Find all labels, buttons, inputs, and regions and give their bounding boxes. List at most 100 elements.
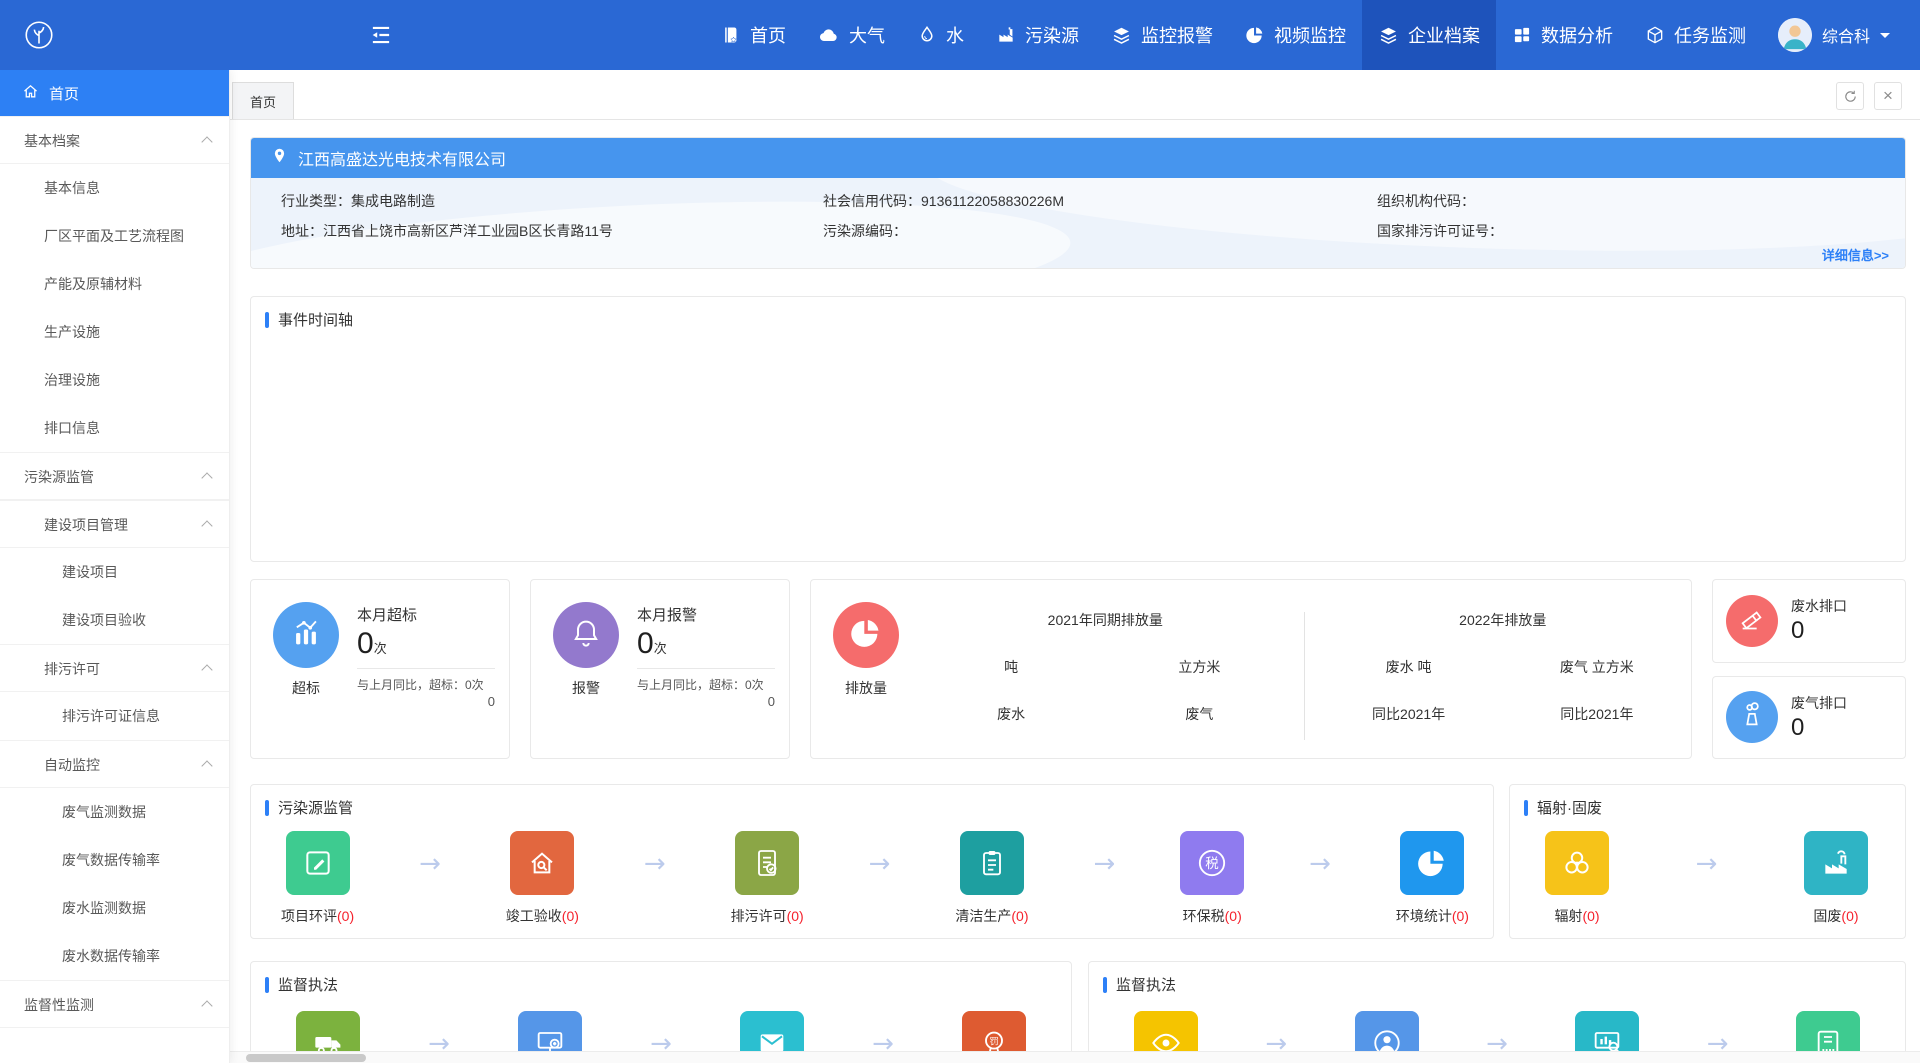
layers-icon xyxy=(1111,25,1132,46)
svg-text:罚: 罚 xyxy=(989,1036,998,1046)
sidebar-item-home[interactable]: 首页 xyxy=(0,70,229,116)
nav-item-water[interactable]: 水 xyxy=(901,0,980,70)
sidebar-group-discharge-permit[interactable]: 排污许可 xyxy=(0,644,229,692)
chevron-up-icon xyxy=(201,760,212,771)
field-source-code: 污染源编码： xyxy=(823,216,1377,246)
nav-item-data-analysis[interactable]: 数据分析 xyxy=(1496,0,1629,70)
layers-icon xyxy=(1378,25,1399,46)
arrow-right-icon: → xyxy=(1696,849,1718,879)
step-radiation[interactable]: 辐射(0) xyxy=(1545,831,1609,926)
sidebar-group-construction-project[interactable]: 建设项目管理 xyxy=(0,500,229,548)
water-outlet-circle xyxy=(1726,595,1778,647)
stat-compare: 与上月同比，超标：0次 xyxy=(357,676,495,693)
refresh-button[interactable] xyxy=(1836,82,1864,110)
user-menu[interactable]: 综合科 xyxy=(1762,0,1920,70)
app-root: 首页 大气 水 污染源 xyxy=(0,0,1920,1063)
sidebar-item-outlet-info[interactable]: 排口信息 xyxy=(0,404,229,452)
clean-production-icon xyxy=(960,831,1024,895)
field-credit-code: 社会信用代码：91361122058830226M xyxy=(823,186,1377,216)
title-bar-icon xyxy=(265,312,269,328)
discharge-permit-icon xyxy=(735,831,799,895)
chevron-up-icon xyxy=(201,136,212,147)
chevron-up-icon xyxy=(201,520,212,531)
sidebar-item-capacity-materials[interactable]: 产能及原辅材料 xyxy=(0,260,229,308)
sidebar-item-basic-info[interactable]: 基本信息 xyxy=(0,164,229,212)
sidebar: 首页 基本档案 基本信息 厂区平面及工艺流程图 产能及原辅材料 生产设施 治理设… xyxy=(0,70,230,1063)
stat-compare-value: 0 xyxy=(357,694,495,709)
outlet-cards: 废水排口 0 废气排口 0 xyxy=(1712,579,1906,759)
sidebar-item-gas-transfer-rate[interactable]: 废气数据传输率 xyxy=(0,836,229,884)
horizontal-scrollbar[interactable] xyxy=(230,1051,1920,1063)
sidebar-item-production-facility[interactable]: 生产设施 xyxy=(0,308,229,356)
workflow-row: 污染源监管 项目环评(0) → xyxy=(250,784,1906,939)
close-button[interactable]: × xyxy=(1874,82,1902,110)
step-environment-tax[interactable]: 税 环保税(0) xyxy=(1180,831,1244,926)
emission-2022-col: 2022年排放量 废水 吨废气 立方米 同比2021年同比2021年 xyxy=(1315,606,1692,758)
sidebar-item-gas-monitor-data[interactable]: 废气监测数据 xyxy=(0,788,229,836)
nav-item-enterprise-archive[interactable]: 企业档案 xyxy=(1362,0,1496,70)
field-permit-no: 国家排污许可证号： xyxy=(1377,216,1905,246)
title-bar-icon xyxy=(265,800,269,816)
sidebar-item-water-transfer-rate[interactable]: 废水数据传输率 xyxy=(0,932,229,980)
company-info: 行业类型：集成电路制造 社会信用代码：91361122058830226M 组织… xyxy=(251,178,1905,268)
arrow-right-icon: → xyxy=(644,849,666,879)
sidebar-group-supervisory-monitor[interactable]: 监督性监测 xyxy=(0,980,229,1028)
tab-home[interactable]: 首页 xyxy=(232,82,294,119)
alarm-card: 报警 本月报警 0次 与上月同比，超标：0次 0 xyxy=(530,579,790,759)
sidebar-item-water-monitor-data[interactable]: 废水监测数据 xyxy=(0,884,229,932)
sidebar-collapse-icon[interactable] xyxy=(368,22,394,48)
nav-item-pollution-source[interactable]: 污染源 xyxy=(980,0,1095,70)
arrow-right-icon: → xyxy=(1309,849,1331,879)
stat-title: 本月超标 xyxy=(357,604,495,625)
step-solid-waste[interactable]: 固废(0) xyxy=(1804,831,1868,926)
over-standard-circle xyxy=(273,602,339,668)
content: 江西高盛达光电技术有限公司 行业类型：集成电路制造 社会信用代码：9136112… xyxy=(230,120,1920,1063)
stat-value: 0次 xyxy=(637,627,775,661)
radiation-icon xyxy=(1545,831,1609,895)
step-environment-statistics[interactable]: 环境统计(0) xyxy=(1396,831,1469,926)
emission-2021-col: 2021年同期排放量 吨立方米 废水废气 xyxy=(917,606,1294,758)
nav-item-home[interactable]: 首页 xyxy=(705,0,802,70)
stats-row: 超标 本月超标 0次 与上月同比，超标：0次 0 xyxy=(250,579,1906,759)
cloud-icon xyxy=(818,24,840,46)
stat-title: 本月报警 xyxy=(637,604,775,625)
sidebar-group-auto-monitor[interactable]: 自动监控 xyxy=(0,740,229,788)
top-navbar: 首页 大气 水 污染源 xyxy=(0,0,1920,70)
nav-item-label: 监控报警 xyxy=(1141,22,1213,48)
home-icon xyxy=(22,83,39,104)
field-address: 地址：江西省上饶市高新区芦洋工业园B区长青路11号 xyxy=(281,216,823,246)
sidebar-item-treatment-facility[interactable]: 治理设施 xyxy=(0,356,229,404)
chevron-up-icon xyxy=(201,472,212,483)
main-area: 首页 × 江西高盛达光电技术有限公司 行业类型：集成电路 xyxy=(230,70,1920,1063)
environment-tax-icon: 税 xyxy=(1180,831,1244,895)
nav-item-task-monitor[interactable]: 任务监测 xyxy=(1629,0,1762,70)
detail-info-link[interactable]: 详细信息>> xyxy=(1822,245,1889,264)
step-clean-production[interactable]: 清洁生产(0) xyxy=(955,831,1028,926)
step-completion-acceptance[interactable]: 竣工验收(0) xyxy=(506,831,579,926)
stat-caption: 超标 xyxy=(292,678,320,698)
step-discharge-permit[interactable]: 排污许可(0) xyxy=(731,831,804,926)
sidebar-group-basic-archive[interactable]: 基本档案 xyxy=(0,116,229,164)
arrow-right-icon: → xyxy=(1093,849,1115,879)
nav-item-air[interactable]: 大气 xyxy=(802,0,901,70)
sidebar-group-pollution-supervision[interactable]: 污染源监管 xyxy=(0,452,229,500)
section-title: 监督执法 xyxy=(251,962,1071,995)
step-project-eia[interactable]: 项目环评(0) xyxy=(281,831,354,926)
alarm-circle xyxy=(553,602,619,668)
stat-compare: 与上月同比，超标：0次 xyxy=(637,676,775,693)
solid-waste-icon xyxy=(1804,831,1868,895)
pollution-supervision-panel: 污染源监管 项目环评(0) → xyxy=(250,784,1494,939)
nav-item-label: 首页 xyxy=(750,22,786,48)
sidebar-item-permit-info[interactable]: 排污许可证信息 xyxy=(0,692,229,740)
nav-item-monitor-alarm[interactable]: 监控报警 xyxy=(1095,0,1229,70)
sidebar-item-plant-layout[interactable]: 厂区平面及工艺流程图 xyxy=(0,212,229,260)
law-enforcement-panel-left: 监督执法 → → xyxy=(250,961,1072,1063)
nav-item-video-monitor[interactable]: 视频监控 xyxy=(1229,0,1362,70)
nav-item-label: 污染源 xyxy=(1025,22,1079,48)
company-card: 江西高盛达光电技术有限公司 行业类型：集成电路制造 社会信用代码：9136112… xyxy=(250,137,1906,269)
sidebar-item-construction-acceptance[interactable]: 建设项目验收 xyxy=(0,596,229,644)
scrollbar-thumb[interactable] xyxy=(246,1054,366,1062)
stat-compare-value: 0 xyxy=(637,694,775,709)
sidebar-item-construction-project[interactable]: 建设项目 xyxy=(0,548,229,596)
company-name: 江西高盛达光电技术有限公司 xyxy=(298,146,506,170)
